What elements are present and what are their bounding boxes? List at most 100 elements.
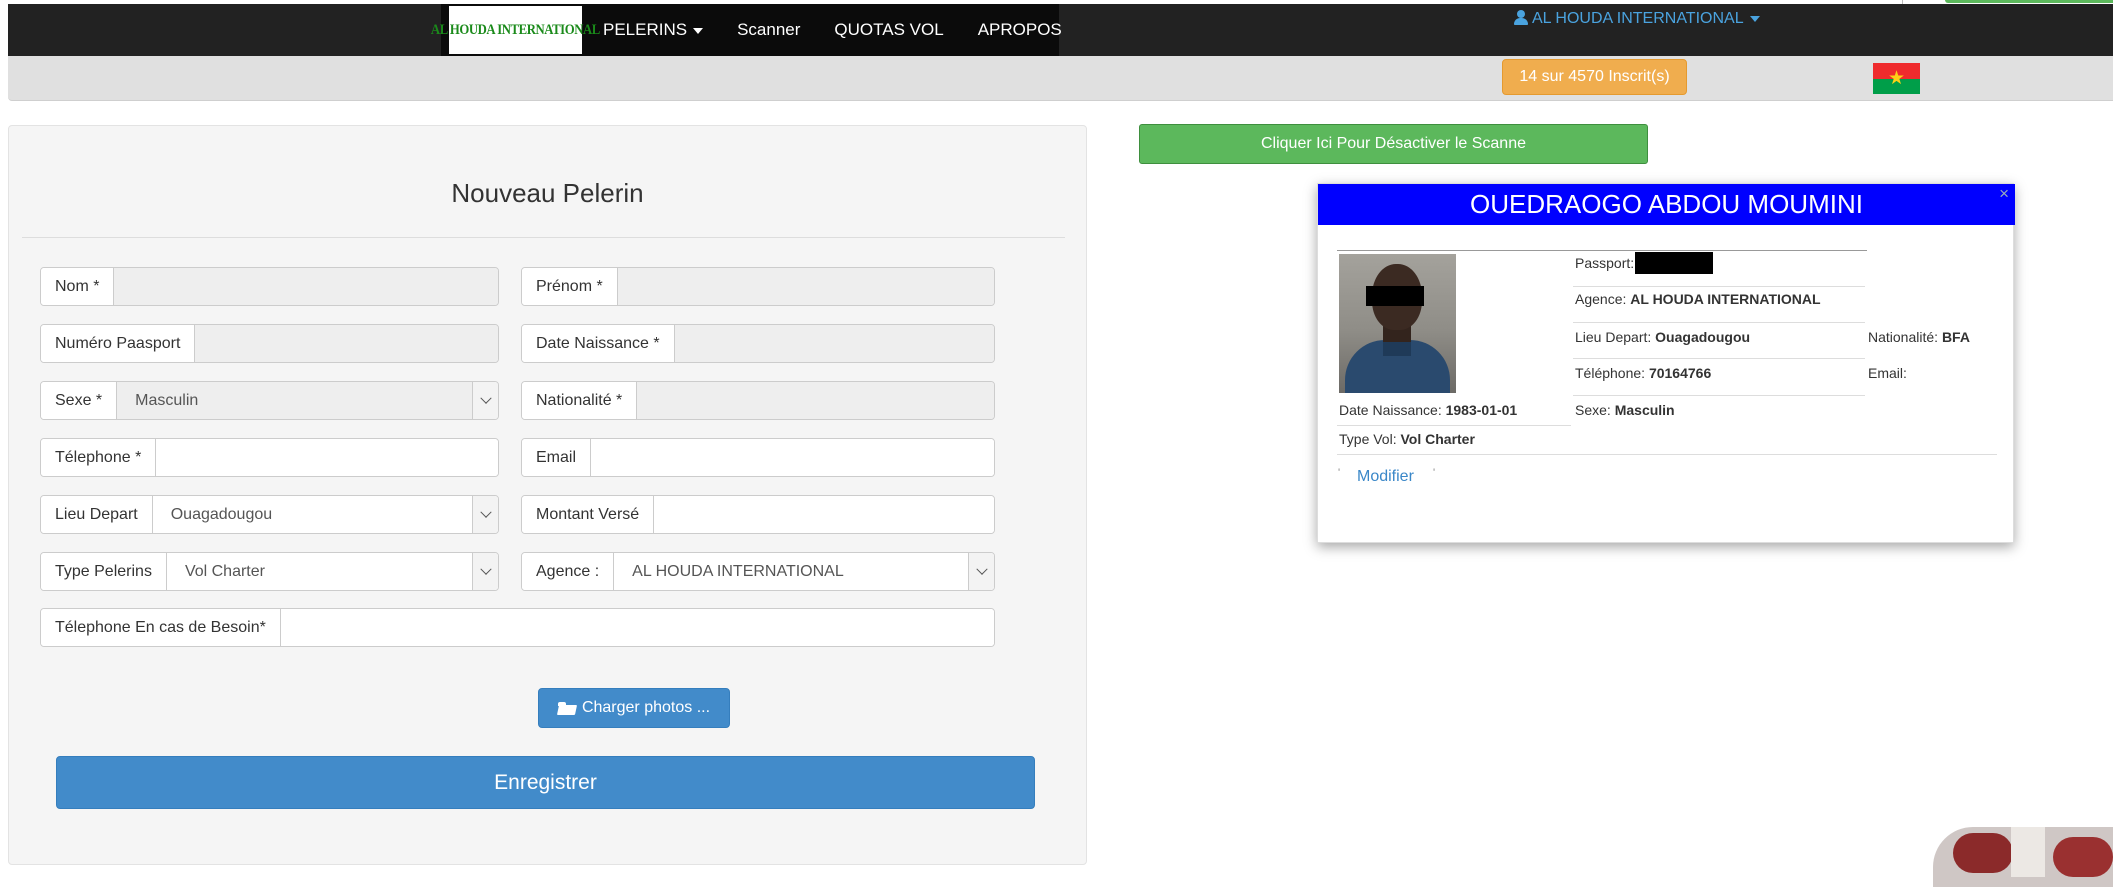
typevol-line: Type Vol: Vol Charter: [1339, 431, 1475, 447]
chevron-down-icon: [968, 553, 994, 590]
telephone-label: Télephone *: [41, 439, 157, 476]
nav-item-quotas-vol[interactable]: QUOTAS VOL: [817, 20, 960, 40]
save-button[interactable]: Enregistrer: [56, 756, 1035, 809]
chevron-down-icon: [472, 553, 498, 590]
lieu-depart-label: Lieu Depart:: [1575, 329, 1652, 345]
sexe-line: Sexe: Masculin: [1575, 402, 1675, 418]
numero-passport-field[interactable]: [195, 325, 498, 362]
sexe-label: Sexe:: [1575, 402, 1611, 418]
card-divider: [1573, 286, 1865, 287]
brand-logo[interactable]: AL HOUDA INTERNATIONAL: [431, 6, 600, 54]
nationalite-label: Nationalité:: [1868, 329, 1939, 345]
telephone-value: 70164766: [1648, 365, 1712, 381]
nationalite-value: BFA: [1941, 329, 1970, 345]
upload-photos-button[interactable]: Charger photos ...: [538, 688, 730, 728]
type-pelerins-select[interactable]: Vol Charter: [166, 553, 498, 590]
modifier-link[interactable]: Modifier: [1357, 468, 1414, 486]
naissance-line: Date Naissance: 1983-01-01: [1339, 402, 1517, 418]
lieu-depart-input-group: Lieu Depart Ouagadougou: [40, 495, 499, 534]
email-label: Email: [522, 439, 592, 476]
upload-photos-label: Charger photos ...: [581, 699, 711, 716]
card-divider: [1337, 425, 1571, 426]
photo-thumbnail-fragment: [1933, 827, 2113, 887]
sexe-label: Sexe *: [41, 382, 118, 419]
type-pelerins-select-value: Vol Charter: [184, 562, 265, 580]
prenom-label: Prénom *: [522, 268, 618, 305]
telephone-label: Téléphone:: [1575, 365, 1646, 381]
type-pelerins-label: Type Pelerins: [41, 553, 167, 590]
email-field[interactable]: [591, 439, 994, 476]
agence-input-group: Agence : AL HOUDA INTERNATIONAL: [521, 552, 995, 591]
chevron-down-icon: [472, 382, 498, 419]
card-divider: [1573, 395, 1865, 396]
telephone-input-group: Télephone *: [40, 438, 499, 477]
passport-label: Passport:: [1575, 255, 1635, 271]
disable-scan-button[interactable]: Cliquer Ici Pour Désactiver le Scanne: [1139, 124, 1648, 164]
numero-passport-label: Numéro Paasport: [41, 325, 196, 362]
user-icon: [1514, 10, 1528, 25]
pilgrim-photo: [1339, 254, 1456, 393]
tick-mark: ': [1338, 467, 1341, 479]
type-pelerins-input-group: Type Pelerins Vol Charter: [40, 552, 499, 591]
nationalite-line: Nationalité: BFA: [1868, 329, 1970, 345]
numero-passport-input-group: Numéro Paasport: [40, 324, 499, 363]
user-menu[interactable]: AL HOUDA INTERNATIONAL: [1514, 10, 1760, 28]
nom-field[interactable]: [114, 268, 498, 305]
card-divider: [1573, 322, 1865, 323]
sexe-select-value: Masculin: [135, 391, 199, 409]
form-title: Nouveau Pelerin: [451, 178, 644, 208]
close-icon[interactable]: ×: [1999, 185, 2009, 202]
lieu-depart-value: Ouagadougou: [1655, 329, 1751, 345]
telephone-field[interactable]: [156, 439, 498, 476]
prenom-input-group: Prénom *: [521, 267, 995, 306]
date-naissance-field[interactable]: [674, 325, 994, 362]
nationalite-input-group: Nationalité *: [521, 381, 995, 420]
nav-item-apropos[interactable]: APROPOS: [961, 20, 1079, 40]
registration-count-badge[interactable]: 14 sur 4570 Inscrit(s): [1502, 59, 1687, 95]
agence-select-value: AL HOUDA INTERNATIONAL: [632, 562, 844, 580]
naissance-label: Date Naissance:: [1339, 402, 1442, 418]
agence-select[interactable]: AL HOUDA INTERNATIONAL: [614, 553, 994, 590]
burkina-faso-flag-icon: ★: [1873, 63, 1920, 94]
sexe-input-group: Sexe * Masculin: [40, 381, 499, 420]
caret-down-icon: [1749, 15, 1760, 22]
nationalite-label: Nationalité *: [522, 382, 638, 419]
nav-item-scanner[interactable]: Scanner: [720, 20, 817, 40]
nom-label: Nom *: [41, 268, 115, 305]
top-right-green-strip: [1945, 0, 2113, 3]
email-line: Email:: [1868, 365, 1907, 381]
telephone-besoin-field[interactable]: [280, 609, 994, 646]
nav-item-pelerins[interactable]: PELERINS: [586, 20, 720, 40]
montant-verse-field[interactable]: [654, 496, 994, 533]
email-label: Email:: [1868, 365, 1907, 381]
brand-logo-text: AL HOUDA INTERNATIONAL: [431, 21, 600, 38]
typevol-label: Type Vol:: [1339, 431, 1397, 447]
naissance-value: 1983-01-01: [1445, 402, 1518, 418]
chevron-down-icon: [472, 496, 498, 533]
pilgrim-name-header: OUEDRAOGO ABDOU MOUMINI: [1318, 184, 2015, 225]
lieu-depart-line: Lieu Depart: Ouagadougou: [1575, 329, 1750, 345]
telephone-besoin-input-group: Télephone En cas de Besoin*: [40, 608, 995, 647]
agence-label: Agence:: [1575, 291, 1627, 307]
navbar: AL HOUDA INTERNATIONAL PELERINS Scanner …: [8, 4, 2113, 56]
status-bar: [8, 56, 2113, 101]
nav-menu: AL HOUDA INTERNATIONAL PELERINS Scanner …: [431, 4, 1062, 56]
telephone-besoin-label: Télephone En cas de Besoin*: [41, 609, 281, 646]
prenom-field[interactable]: [617, 268, 994, 305]
agence-line: Agence: AL HOUDA INTERNATIONAL: [1575, 291, 1821, 307]
date-naissance-label: Date Naissance *: [522, 325, 675, 362]
date-naissance-input-group: Date Naissance *: [521, 324, 995, 363]
lieu-depart-label: Lieu Depart: [41, 496, 153, 533]
telephone-line: Téléphone: 70164766: [1575, 365, 1711, 381]
form-title-divider: [22, 237, 1065, 238]
sexe-value: Masculin: [1614, 402, 1675, 418]
caret-down-icon: [693, 27, 704, 34]
nav-item-pelerins-label: PELERINS: [603, 20, 688, 39]
nationalite-field[interactable]: [637, 382, 994, 419]
card-divider: [1337, 250, 1867, 251]
card-divider: [1573, 358, 1865, 359]
sexe-select[interactable]: Masculin: [117, 382, 498, 419]
user-menu-label: AL HOUDA INTERNATIONAL: [1532, 10, 1744, 27]
lieu-depart-select[interactable]: Ouagadougou: [152, 496, 498, 533]
lieu-depart-select-value: Ouagadougou: [170, 505, 273, 523]
